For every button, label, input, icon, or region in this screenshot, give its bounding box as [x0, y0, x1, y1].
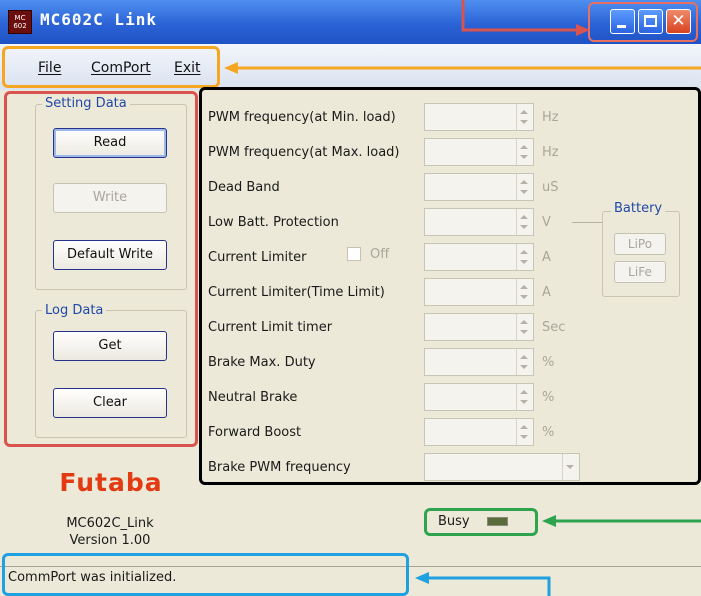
blue-arrow	[415, 572, 551, 596]
red-arrow	[461, 0, 590, 36]
annotation-arrows	[224, 0, 701, 596]
green-arrow	[542, 515, 701, 527]
orange-arrow	[224, 62, 701, 74]
